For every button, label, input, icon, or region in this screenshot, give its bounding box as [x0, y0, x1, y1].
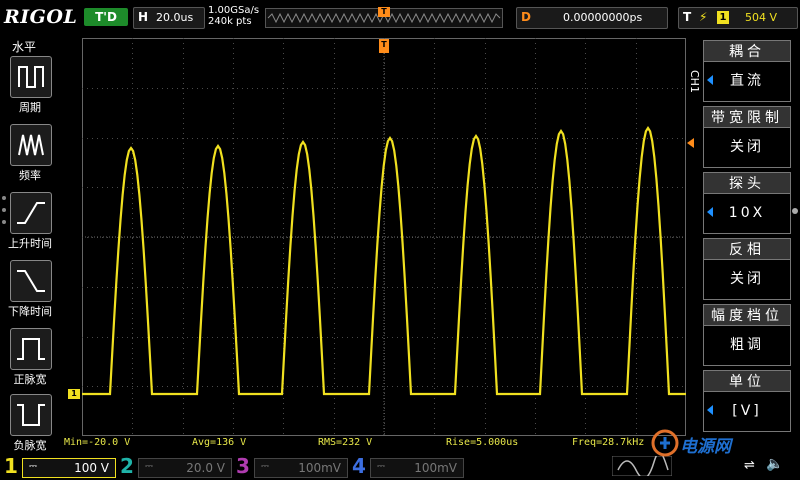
left-menu-button-3[interactable]: [10, 192, 52, 234]
left-menu-label-3: 上升时间: [8, 237, 52, 250]
left-scroll-dot: [2, 208, 6, 212]
menu-option-arrow-icon: [707, 75, 713, 85]
sample-rate: 1.00GSa/s: [208, 5, 260, 16]
right-menu-value[interactable]: 直流: [703, 62, 791, 102]
measurement-bar: Min=-20.0 V Avg=136 V RMS=232 V Rise=5.0…: [60, 437, 700, 449]
right-menu-item-5[interactable]: 幅度档位 粗调: [703, 304, 791, 366]
coupling-icon: ⎓: [377, 461, 385, 472]
measure-min[interactable]: Min=-20.0 V: [64, 437, 130, 448]
right-menu-title: 单位: [703, 370, 791, 392]
memory-position-bar[interactable]: T: [265, 7, 503, 28]
channel-number: 1: [4, 454, 18, 478]
trigger-level: 504 V: [745, 11, 778, 24]
delay-value: 0.00000000ps: [563, 11, 643, 24]
right-menu-title: 耦合: [703, 40, 791, 62]
measure-freq[interactable]: Freq=28.7kHz: [572, 437, 644, 448]
left-menu-label-2: 频率: [19, 169, 41, 182]
trigger-label: T: [683, 10, 692, 24]
measure-rms[interactable]: RMS=232 V: [318, 437, 372, 448]
frequency-icon: [18, 134, 44, 156]
channel-scale: 100mV: [414, 461, 457, 475]
trigger-time-marker[interactable]: T: [379, 39, 389, 53]
left-menu-label-6: 负脉宽: [13, 439, 47, 452]
channel-number: 4: [352, 454, 366, 478]
trigger-source: 1: [717, 11, 729, 24]
right-menu-item-4[interactable]: 反相 关闭: [703, 238, 791, 300]
trigger-readout[interactable]: T ⚡ 1 504 V: [678, 7, 798, 29]
channel-4-indicator[interactable]: 4 ⎓ 100mV: [352, 454, 464, 478]
trigger-edge-icon: ⚡: [699, 10, 708, 24]
rise-time-icon: [17, 202, 45, 224]
channel-2-indicator[interactable]: 2 ⎓ 20.0 V: [120, 454, 232, 478]
right-menu-title: 探头: [703, 172, 791, 194]
measure-rise[interactable]: Rise=5.000us: [446, 437, 518, 448]
acquisition-info: 1.00GSa/s 240k pts: [208, 5, 259, 27]
ch1-ground-marker[interactable]: 1: [68, 389, 80, 399]
channel-scale: 100mV: [298, 461, 341, 475]
menu-option-arrow-icon: [707, 405, 713, 415]
run-status-badge[interactable]: T'D: [84, 8, 128, 26]
fall-time-icon: [17, 270, 45, 292]
right-menu-item-1[interactable]: 耦合 直流: [703, 40, 791, 102]
coupling-icon: ⎓: [145, 461, 153, 472]
coupling-icon: ⎓: [261, 461, 269, 472]
speaker-icon: 🔈: [766, 456, 784, 472]
left-menu-button-6[interactable]: [10, 394, 52, 436]
right-menu-item-6[interactable]: 单位 [V]: [703, 370, 791, 432]
memory-depth: 240k pts: [208, 16, 252, 27]
measure-avg[interactable]: Avg=136 V: [192, 437, 246, 448]
watermark-logo: 电源网: [650, 428, 762, 458]
left-menu-title: 水平: [12, 40, 37, 54]
left-menu-label-1: 周期: [19, 101, 41, 114]
right-menu-title: 幅度档位: [703, 304, 791, 326]
right-scroll-indicator: [792, 208, 798, 214]
left-menu-button-5[interactable]: [10, 328, 52, 370]
right-menu-value[interactable]: 关闭: [703, 128, 791, 168]
timebase-value: 20.0us: [156, 11, 194, 24]
delay-label: D: [521, 10, 531, 24]
right-menu-value[interactable]: 粗调: [703, 326, 791, 366]
coupling-icon: ⎓: [29, 461, 37, 472]
negative-width-icon: [17, 404, 45, 426]
horizontal-timebase[interactable]: H 20.0us: [133, 7, 205, 29]
channel-number: 2: [120, 454, 134, 478]
channel-1-indicator[interactable]: 1 ⎓ 100 V: [4, 454, 116, 478]
right-menu-value[interactable]: 10X: [703, 194, 791, 234]
right-menu-title: 反相: [703, 238, 791, 260]
positive-width-icon: [17, 338, 45, 360]
channel-3-indicator[interactable]: 3 ⎓ 100mV: [236, 454, 348, 478]
left-menu-button-4[interactable]: [10, 260, 52, 302]
left-scroll-dot: [2, 220, 6, 224]
menu-option-arrow-icon: [707, 207, 713, 217]
channel-number: 3: [236, 454, 250, 478]
trigger-level-marker[interactable]: [687, 138, 694, 148]
brand-logo: RIGOL: [4, 6, 78, 28]
horizontal-label: H: [138, 10, 149, 24]
delay-readout[interactable]: D 0.00000000ps: [516, 7, 668, 29]
trigger-position-marker[interactable]: T: [378, 7, 390, 17]
left-menu-button-1[interactable]: [10, 56, 52, 98]
right-menu-value[interactable]: 关闭: [703, 260, 791, 300]
watermark-text: 电源网: [680, 437, 731, 457]
right-menu-value[interactable]: [V]: [703, 392, 791, 432]
left-scroll-dot: [2, 196, 6, 200]
right-menu-item-3[interactable]: 探头 10X: [703, 172, 791, 234]
period-icon: [18, 66, 44, 88]
right-menu-item-2[interactable]: 带宽限制 关闭: [703, 106, 791, 168]
left-menu-button-2[interactable]: [10, 124, 52, 166]
left-menu-label-4: 下降时间: [8, 305, 52, 318]
channel-tag: CH1: [688, 70, 701, 93]
right-menu-title: 带宽限制: [703, 106, 791, 128]
waveform-display[interactable]: [82, 38, 686, 436]
channel-scale: 100 V: [74, 461, 109, 475]
channel-scale: 20.0 V: [186, 461, 225, 475]
left-menu-label-5: 正脉宽: [13, 373, 47, 386]
waveform-icons[interactable]: [611, 451, 673, 479]
usb-icon: ⇌: [744, 458, 755, 473]
